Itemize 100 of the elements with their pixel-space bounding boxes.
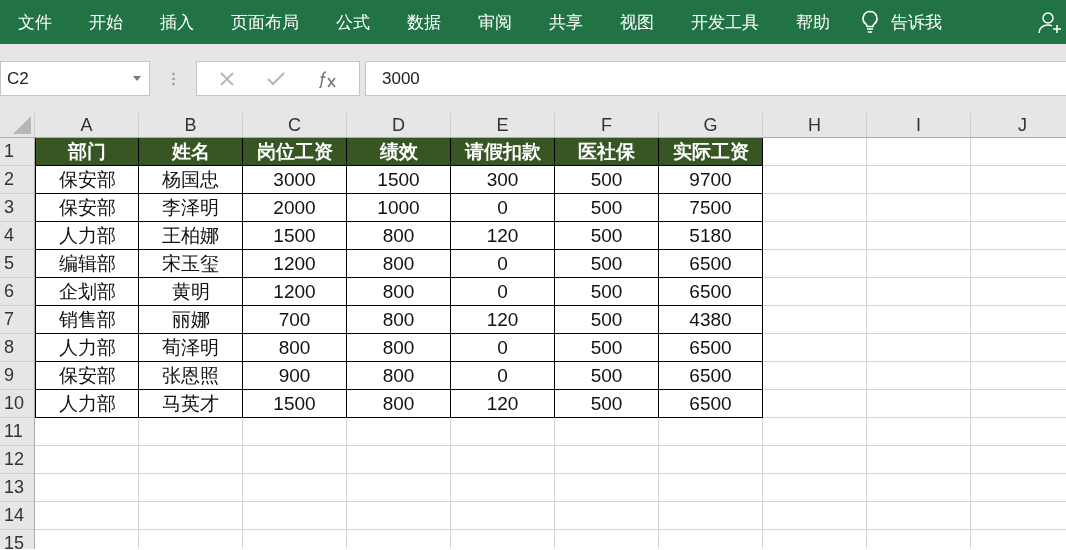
table-cell: 300 [451,166,555,194]
ribbon-tab[interactable]: 公式 [336,10,370,34]
table-cell: 800 [347,278,451,306]
table-cell: 1500 [243,390,347,418]
row-header[interactable]: 13 [0,474,35,502]
table-cell: 马英才 [139,390,243,418]
ribbon-tab[interactable]: 文件 [18,10,52,34]
row-header[interactable]: 5 [0,250,35,278]
ribbon-tab[interactable]: 插入 [160,10,194,34]
table-cell: 人力部 [35,222,139,250]
column-header[interactable]: J [971,113,1066,138]
row-header[interactable]: 10 [0,390,35,418]
insert-function-icon[interactable] [317,69,337,88]
header-cell: 部门 [35,138,139,166]
column-header[interactable]: C [243,113,347,138]
table-cell: 2000 [243,194,347,222]
table-cell: 800 [347,250,451,278]
header-cell: 岗位工资 [243,138,347,166]
row-header[interactable]: 7 [0,306,35,334]
column-header[interactable]: G [659,113,763,138]
table-cell: 500 [555,250,659,278]
table-cell: 800 [347,222,451,250]
row-header[interactable]: 8 [0,334,35,362]
add-user-icon[interactable] [1038,10,1062,34]
row-header[interactable]: 9 [0,362,35,390]
table-cell: 0 [451,278,555,306]
ribbon-tab[interactable]: 视图 [620,10,654,34]
row-header[interactable]: 4 [0,222,35,250]
formula-input[interactable]: 3000 [365,61,1066,96]
header-cell: 姓名 [139,138,243,166]
table-cell: 7500 [659,194,763,222]
table-cell: 500 [555,222,659,250]
ribbon-tab[interactable]: 共享 [549,10,583,34]
header-cell: 医社保 [555,138,659,166]
table-cell: 800 [243,334,347,362]
column-header[interactable]: H [763,113,867,138]
row-header[interactable]: 15 [0,530,35,549]
ribbon-tab[interactable]: 开始 [89,10,123,34]
ribbon-tab[interactable]: 帮助 [796,10,830,34]
table-cell: 700 [243,306,347,334]
row-header[interactable]: 1 [0,138,35,166]
ribbon-tab[interactable]: 审阅 [478,10,512,34]
column-header[interactable]: E [451,113,555,138]
lightbulb-icon [861,10,879,34]
column-header[interactable]: I [867,113,971,138]
header-cell: 绩效 [347,138,451,166]
table-cell: 丽娜 [139,306,243,334]
dropdown-caret-icon[interactable] [133,76,141,81]
table-cell: 900 [243,362,347,390]
table-cell: 0 [451,334,555,362]
ribbon-tab[interactable]: 开发工具 [691,10,759,34]
cancel-icon[interactable] [219,70,235,87]
table-cell: 李泽明 [139,194,243,222]
table-cell: 1500 [347,166,451,194]
table-cell: 800 [347,306,451,334]
select-all-icon[interactable] [13,116,31,134]
row-header[interactable]: 12 [0,446,35,474]
row-header[interactable]: 2 [0,166,35,194]
row-header[interactable]: 14 [0,502,35,530]
table-cell: 王柏娜 [139,222,243,250]
table-cell: 荀泽明 [139,334,243,362]
column-header[interactable]: D [347,113,451,138]
table-cell: 保安部 [35,194,139,222]
table-cell: 800 [347,362,451,390]
row-header[interactable]: 3 [0,194,35,222]
table-cell: 0 [451,194,555,222]
checkmark-icon[interactable] [267,71,285,86]
table-cell: 500 [555,166,659,194]
table-cell: 6500 [659,334,763,362]
table-cell: 保安部 [35,362,139,390]
header-cell: 实际工资 [659,138,763,166]
table-cell: 企划部 [35,278,139,306]
table-cell: 120 [451,390,555,418]
table-cell: 500 [555,278,659,306]
table-cell: 500 [555,390,659,418]
table-cell: 4380 [659,306,763,334]
table-cell: 黄明 [139,278,243,306]
table-cell: 编辑部 [35,250,139,278]
cell-reference: C2 [7,68,29,89]
table-cell: 500 [555,194,659,222]
row-header[interactable]: 11 [0,418,35,446]
table-cell: 6500 [659,250,763,278]
table-cell: 人力部 [35,334,139,362]
table-cell: 9700 [659,166,763,194]
table-cell: 6500 [659,390,763,418]
table-cell: 800 [347,334,451,362]
column-header[interactable]: F [555,113,659,138]
ribbon-tab[interactable]: 数据 [407,10,441,34]
table-cell: 杨国忠 [139,166,243,194]
tell-me-link[interactable]: 告诉我 [891,10,942,34]
ribbon-tab[interactable]: 页面布局 [231,10,299,34]
table-cell: 1200 [243,250,347,278]
drag-handle-icon[interactable] [171,71,175,86]
column-header[interactable]: B [139,113,243,138]
table-cell: 销售部 [35,306,139,334]
row-header[interactable]: 6 [0,278,35,306]
table-cell: 120 [451,306,555,334]
column-header[interactable]: A [35,113,139,138]
table-cell: 6500 [659,362,763,390]
name-box[interactable]: C2 [0,61,150,96]
